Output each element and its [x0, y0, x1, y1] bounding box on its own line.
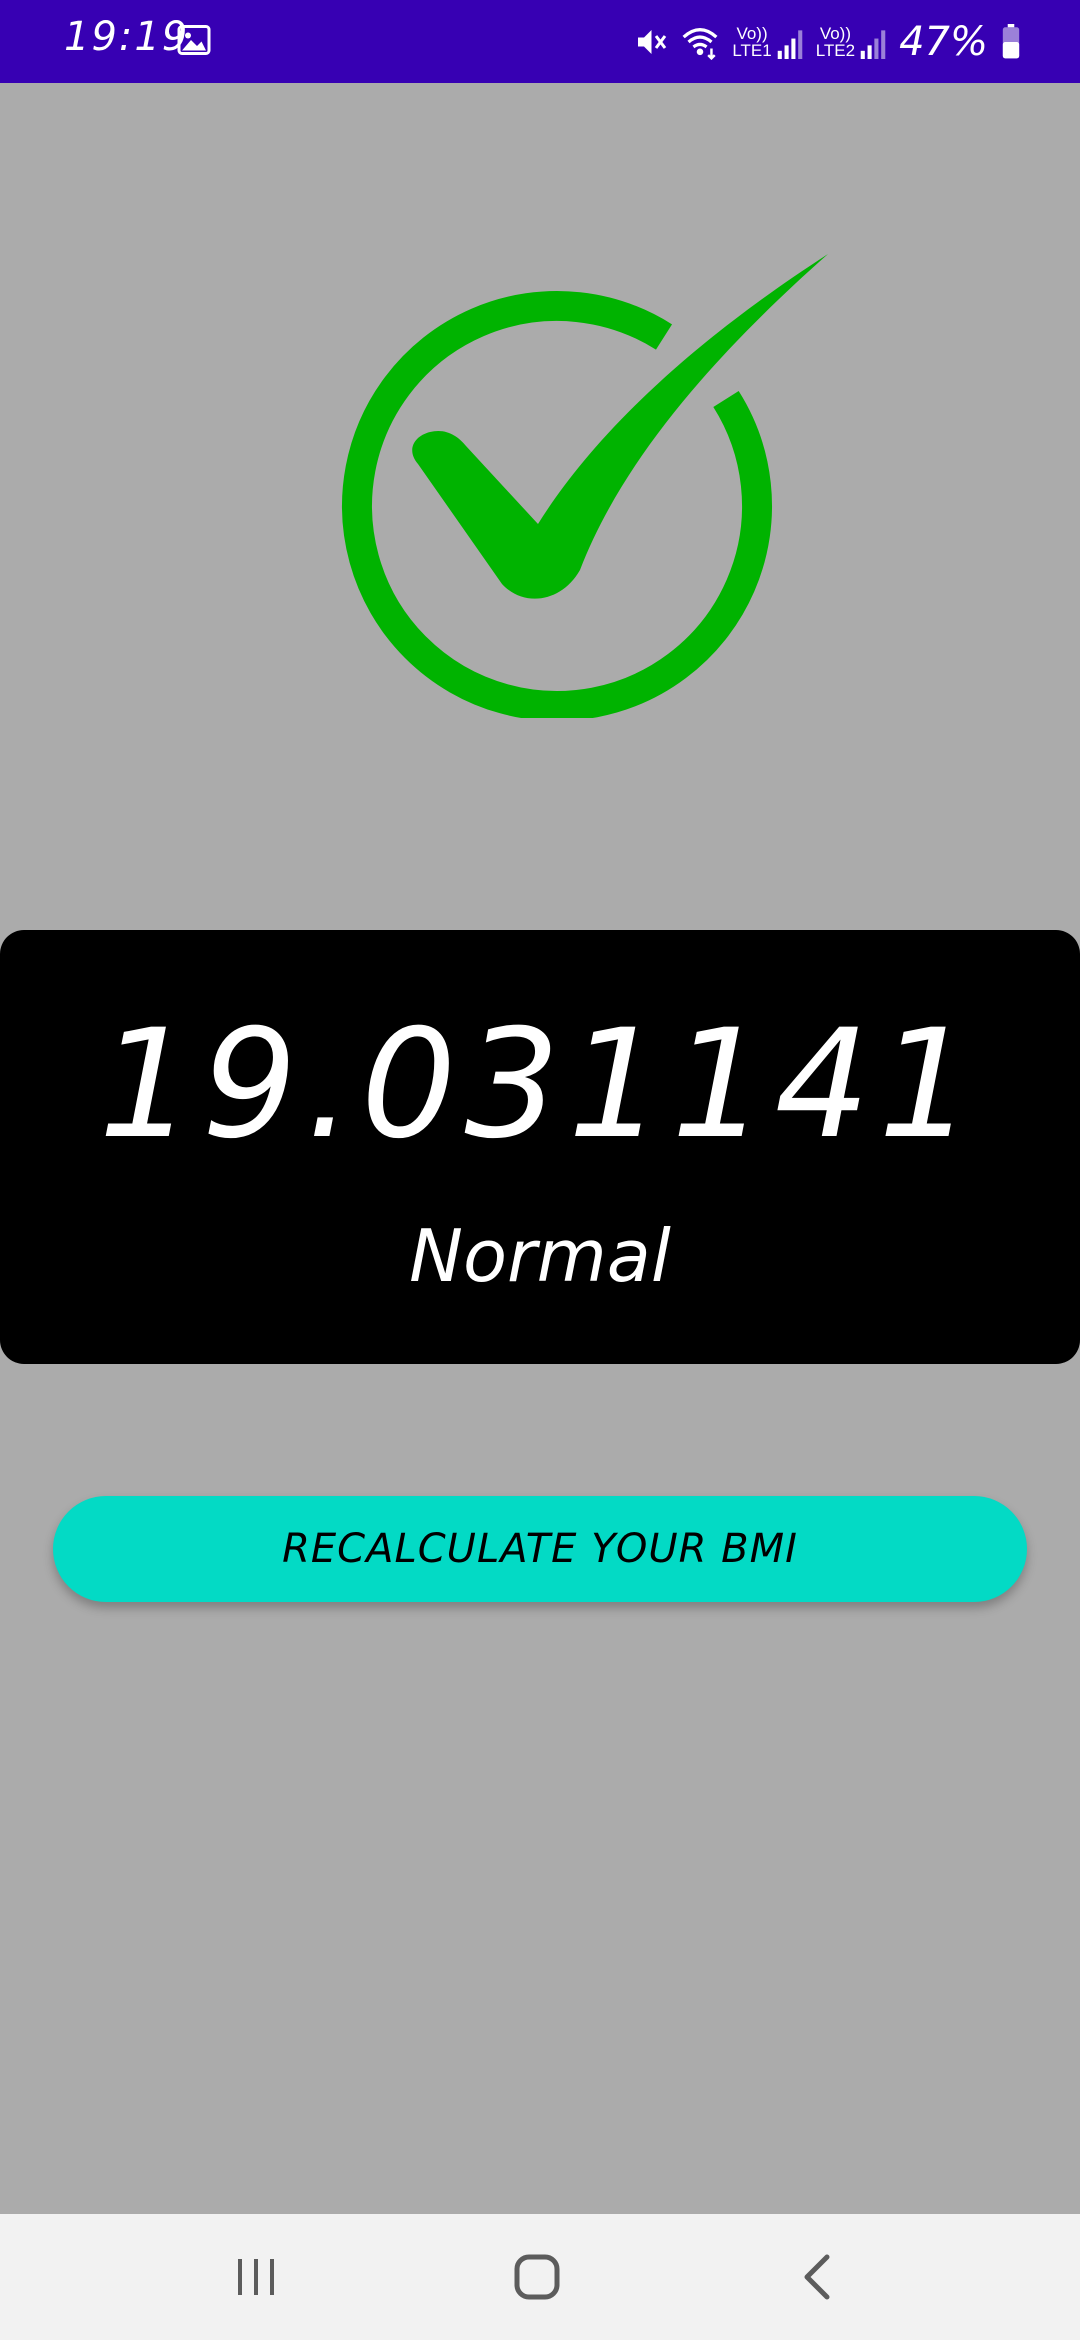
result-card: 19.031141 Normal: [0, 930, 1080, 1364]
sim2-signal: Vo)) LTE2: [816, 25, 887, 59]
signal-icon: [860, 30, 886, 59]
bmi-result-screen: 19:19 Vo)) LTE1 Vo)) LTE2 47% 19.031141 …: [0, 0, 1080, 2340]
home-button[interactable]: [502, 2244, 572, 2310]
recent-apps-button[interactable]: [221, 2244, 291, 2310]
battery-percent: 47%: [899, 19, 988, 65]
back-icon: [804, 2254, 830, 2300]
navigation-bar: [0, 2214, 1080, 2340]
recalculate-button[interactable]: RECALCULATE YOUR BMI: [53, 1496, 1027, 1602]
status-bar: 19:19 Vo)) LTE1 Vo)) LTE2 47%: [0, 0, 1080, 83]
status-time: 19:19: [64, 14, 190, 60]
bmi-value: 19.031141: [98, 998, 982, 1172]
sim1-signal: Vo)) LTE1: [732, 25, 803, 59]
mute-vibrate-icon: [638, 30, 667, 54]
check-circle-icon: [342, 254, 828, 718]
signal-icon: [777, 30, 802, 59]
status-icons: Vo)) LTE1 Vo)) LTE2 47%: [632, 14, 1022, 70]
sim1-lte-label: LTE1: [732, 41, 772, 60]
wifi-icon: [682, 28, 718, 60]
back-button[interactable]: [782, 2244, 852, 2310]
recent-apps-icon: [238, 2259, 274, 2295]
sim2-volte-label: Vo)): [819, 24, 851, 43]
bmi-category: Normal: [409, 1214, 671, 1298]
home-icon: [514, 2254, 560, 2300]
sim2-lte-label: LTE2: [815, 41, 856, 60]
battery-icon: [1002, 24, 1020, 59]
gallery-icon: [177, 25, 211, 55]
sim1-volte-label: Vo)): [736, 24, 768, 43]
